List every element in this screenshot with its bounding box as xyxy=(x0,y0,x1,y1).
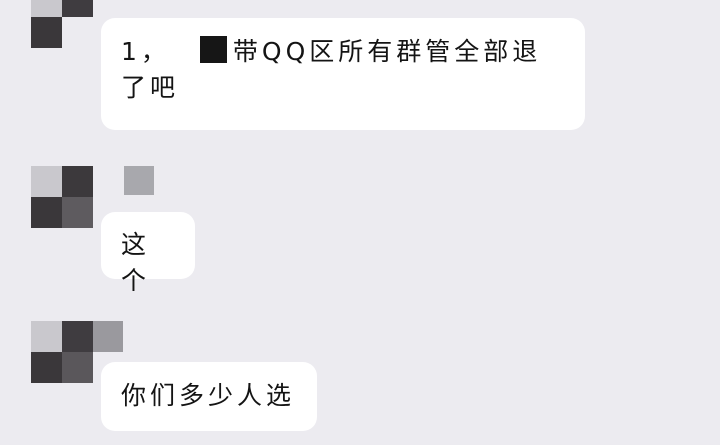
avatar[interactable] xyxy=(31,321,93,383)
message-text: 你们多少人选 xyxy=(121,381,296,410)
message-text: 这个 xyxy=(121,230,151,295)
sender-name-mosaic xyxy=(93,321,123,352)
message-bubble[interactable]: 1， 带QQ区所有群管全部退了吧 xyxy=(101,18,585,130)
avatar[interactable] xyxy=(31,166,93,228)
message-text: 带QQ区所有群管全部退了吧 xyxy=(121,37,542,102)
message-bubble[interactable]: 这个 xyxy=(101,212,195,295)
message-prefix: 1， xyxy=(121,37,170,66)
sender-name-mosaic xyxy=(124,166,154,195)
message-bubble[interactable]: 你们多少人选 xyxy=(101,362,317,431)
avatar[interactable] xyxy=(31,0,93,48)
redaction-block-icon xyxy=(199,36,227,63)
